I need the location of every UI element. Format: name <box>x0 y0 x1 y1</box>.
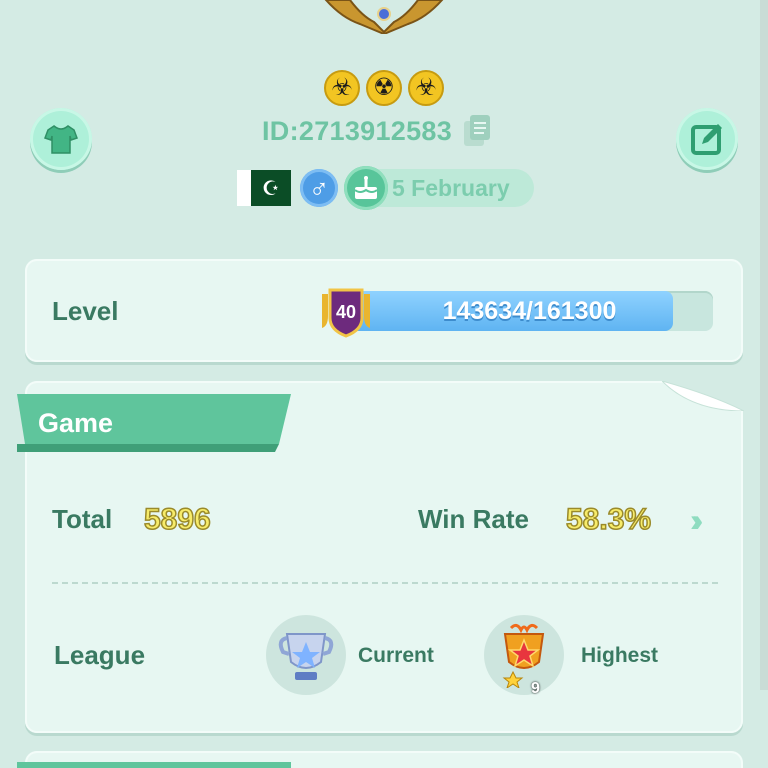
game-section-title: Game <box>38 408 114 438</box>
level-number: 40 <box>336 302 356 322</box>
details-chevron-icon[interactable]: ›› <box>690 502 704 539</box>
profile-crest-icon <box>324 0 444 34</box>
scrollbar[interactable] <box>760 0 768 690</box>
edit-icon <box>691 124 722 155</box>
silver-trophy-icon <box>278 633 334 680</box>
outfit-button[interactable] <box>30 108 92 170</box>
birthday-pill: 5 February <box>344 166 534 210</box>
current-league-label: Current <box>358 644 434 667</box>
birthday-text: 5 February <box>392 174 510 201</box>
radioactive-icon[interactable]: ☢ <box>366 70 402 106</box>
win-rate-value: 58.3% <box>565 502 652 537</box>
highest-league-label: Highest <box>581 644 659 667</box>
win-rate-label: Win Rate <box>418 504 529 534</box>
player-id-row: ID:2713912583 <box>262 114 492 148</box>
total-games-label: Total <box>52 504 113 534</box>
player-id: ID:2713912583 <box>262 115 453 146</box>
copy-icon[interactable] <box>462 114 492 148</box>
xp-progress-text: 143634/161300 <box>442 296 617 325</box>
achievement-badges: ☣ ☢ ☣ <box>324 70 444 106</box>
level-shield-icon: 40 <box>322 288 370 338</box>
country-flag-icon: ☪ <box>237 170 291 206</box>
highest-league-trophy[interactable] <box>484 615 564 695</box>
biohazard-icon[interactable]: ☣ <box>324 70 360 106</box>
edit-profile-button[interactable] <box>676 108 738 170</box>
page-curl-decoration <box>662 381 744 411</box>
next-section-ribbon <box>17 762 291 768</box>
shirt-icon <box>44 125 78 154</box>
cake-icon <box>344 166 388 210</box>
total-games-value: 5896 <box>143 502 211 537</box>
current-league-trophy[interactable] <box>266 615 346 695</box>
biohazard-icon[interactable]: ☣ <box>408 70 444 106</box>
section-divider <box>52 582 718 584</box>
male-gender-icon: ♂ <box>300 169 338 207</box>
highest-league-stars: 9 <box>531 680 540 697</box>
league-label: League <box>54 640 146 670</box>
level-label: Level <box>52 296 119 326</box>
gold-trophy-icon <box>502 623 545 688</box>
